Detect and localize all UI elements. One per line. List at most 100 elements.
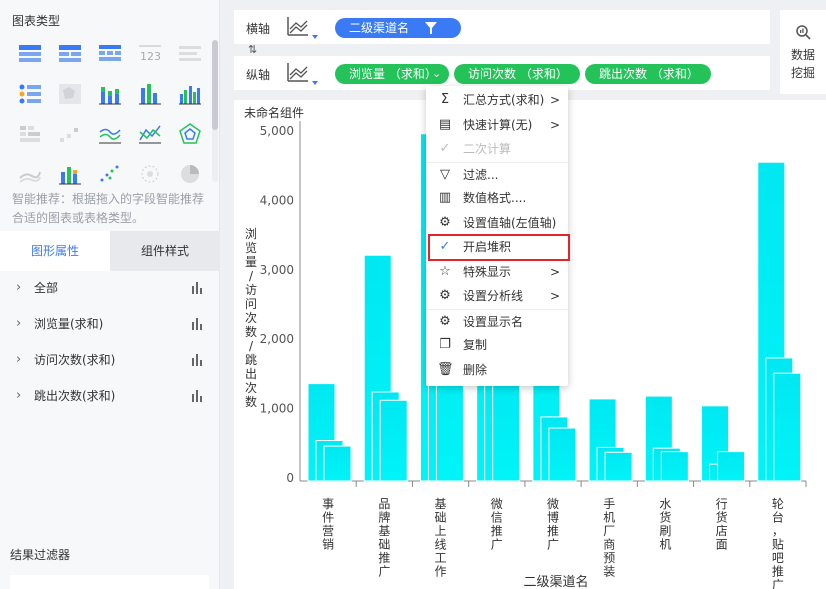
y-field-label: 访问次数 （求和） <box>468 67 568 81</box>
bar-settings-icon[interactable] <box>192 318 202 330</box>
attr-item-label: 跳出次数(求和) <box>34 389 116 403</box>
x-axis-label: 横轴 <box>246 22 271 36</box>
bar <box>604 451 633 482</box>
y-tick-label: 3,000 <box>260 263 294 277</box>
scatter-icon[interactable] <box>98 162 122 186</box>
check-icon: ✓ <box>439 141 451 156</box>
x-field-pill[interactable]: 二级渠道名 <box>335 18 461 38</box>
attr-item-pageviews[interactable]: › 浏览量(求和) <box>0 306 220 342</box>
y-tick-label: 5,000 <box>260 124 294 138</box>
menu-item[interactable]: Σ 汇总方式(求和) > <box>426 88 568 112</box>
menu-item-label: 数值格式.... <box>463 191 527 205</box>
scrollbar-thumb[interactable] <box>212 40 218 130</box>
bar <box>323 445 352 482</box>
chevron-down-icon[interactable]: ⌄ <box>432 64 441 84</box>
multi-bar-icon[interactable] <box>178 82 202 106</box>
smart-recommend-hint: 智能推荐：根据拖入的字段智能推荐合适的图表或表格类型。 <box>12 192 205 225</box>
x-tick-label-char: ， <box>772 524 784 538</box>
x-tick-label-char: 推 <box>772 565 784 579</box>
axis-chart-type-icon[interactable] <box>286 61 320 85</box>
attr-item-label: 浏览量(求和) <box>34 317 104 331</box>
menu-item[interactable]: ⚙ 设置显示名 <box>426 308 568 333</box>
stacked-bar-icon[interactable] <box>98 82 122 106</box>
result-filter-title: 结果过滤器 <box>10 548 71 562</box>
range-area-icon[interactable] <box>18 162 42 186</box>
menu-item[interactable]: ▽ 过滤... <box>426 161 568 186</box>
x-tick-label-char: 础 <box>378 538 390 552</box>
kpi-number-icon[interactable]: 123 <box>138 42 162 66</box>
svg-text:123: 123 <box>140 50 161 63</box>
y-axis-title-char: 量 <box>245 255 257 269</box>
attr-item-label: 访问次数(求和) <box>34 353 116 367</box>
x-tick-label-char: 础 <box>435 511 447 525</box>
y-axis-title-char: / <box>249 269 254 283</box>
y-tick-label: 0 <box>286 471 294 485</box>
sigma-icon: Σ <box>440 92 450 107</box>
cross-table-icon[interactable] <box>58 42 82 66</box>
data-mining-button[interactable]: 数据 挖掘 <box>780 10 826 94</box>
menu-item[interactable]: ⚙ 设置值轴(左值轴) <box>426 211 568 235</box>
x-tick-label-char: 广 <box>772 578 784 589</box>
y-field-label: 跳出次数 （求和） <box>599 67 699 81</box>
menu-item[interactable]: ▥ 数值格式.... <box>426 186 568 210</box>
x-axis-title: 二级渠道名 <box>523 574 588 589</box>
y-axis-title-char: 访 <box>245 283 257 297</box>
combo-bar-line-icon[interactable] <box>58 162 82 186</box>
bar <box>660 451 689 482</box>
attr-item-bounces[interactable]: › 跳出次数(求和) <box>0 378 220 414</box>
y-axis-row: 纵轴 浏览量 （求和） ⌄ 访问次数 （求和） 跳出次数 （求和） <box>234 56 770 90</box>
x-tick-label-char: 推 <box>491 524 503 538</box>
y-field-pill-pageviews[interactable]: 浏览量 （求和） ⌄ <box>335 64 449 84</box>
x-tick-label-char: 上 <box>435 524 447 538</box>
tab-component-style[interactable]: 组件样式 <box>110 231 220 271</box>
detail-table-icon[interactable] <box>98 42 122 66</box>
heat-grid-icon[interactable] <box>18 122 42 146</box>
bar-settings-icon[interactable] <box>192 282 202 294</box>
calc-icon: ▤ <box>438 116 452 132</box>
y-field-pill-visits[interactable]: 访问次数 （求和） <box>454 64 580 84</box>
chevron-right-icon: > <box>550 93 561 107</box>
swap-axis-icon[interactable]: ⇅ <box>248 43 268 57</box>
line-chart-icon[interactable] <box>138 122 162 146</box>
gear-icon: ⚙ <box>439 288 451 303</box>
bar-settings-icon[interactable] <box>192 390 202 402</box>
menu-item[interactable]: ❐ 复制 <box>426 333 568 357</box>
menu-item[interactable]: ☆ 特殊显示 > <box>426 260 568 284</box>
bar-settings-icon[interactable] <box>192 354 202 366</box>
x-tick-label-char: 营 <box>322 524 334 538</box>
waterfall-icon[interactable] <box>58 122 82 146</box>
chevron-right-icon: › <box>16 388 22 403</box>
grouped-table-icon[interactable] <box>18 82 42 106</box>
attr-item-visits[interactable]: › 访问次数(求和) <box>0 342 220 378</box>
radar-chart-icon[interactable] <box>178 122 202 146</box>
bar <box>492 373 521 482</box>
menu-item-label: 删除 <box>463 362 488 377</box>
y-field-pill-bounces[interactable]: 跳出次数 （求和） <box>585 64 711 84</box>
attr-item-all[interactable]: › 全部 <box>0 270 220 306</box>
text-widget-icon[interactable] <box>178 42 202 66</box>
menu-item-label: 特殊显示 <box>463 264 512 279</box>
chevron-right-icon: > <box>550 289 561 303</box>
bar-chart-icon[interactable] <box>138 82 162 106</box>
tab-graphic-properties[interactable]: 图形属性 <box>0 231 110 271</box>
menu-item: ✓ 二次计算 <box>426 137 568 161</box>
copy-icon: ❐ <box>439 337 451 352</box>
y-axis-title-char: 问 <box>245 297 257 311</box>
x-tick-label-char: 货 <box>716 510 728 525</box>
region-map-icon[interactable] <box>58 82 82 106</box>
filter-icon[interactable] <box>425 22 437 34</box>
x-tick-label-char: 微 <box>491 497 503 511</box>
result-filter-dropzone[interactable] <box>10 575 209 589</box>
magnifier-chart-icon <box>796 25 811 40</box>
pie-chart-icon[interactable] <box>178 162 202 186</box>
menu-item[interactable]: ▤ 快速计算(无) > <box>426 113 568 137</box>
menu-item-label: 复制 <box>463 338 488 352</box>
menu-item[interactable]: ⚙ 设置分析线 > <box>426 284 568 308</box>
x-tick-label-char: 广 <box>491 538 503 552</box>
bubble-icon[interactable] <box>138 162 162 186</box>
area-chart-icon[interactable] <box>98 122 122 146</box>
x-tick-label-char: 事 <box>322 497 334 511</box>
menu-item[interactable]: 🗑 删除 <box>426 358 568 382</box>
axis-chart-type-icon[interactable] <box>286 15 320 39</box>
table-icon[interactable] <box>18 42 42 66</box>
